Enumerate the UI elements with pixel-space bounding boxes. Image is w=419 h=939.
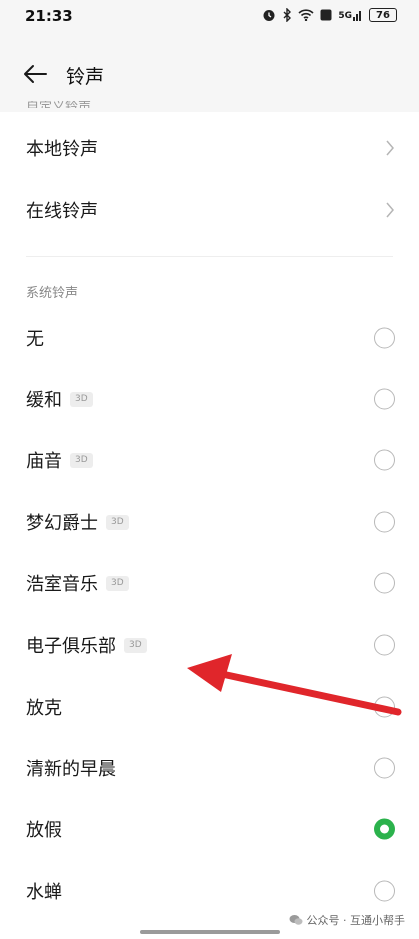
status-icons: 5G 76	[262, 8, 397, 22]
list-item-label: 在线铃声	[26, 201, 98, 222]
home-indicator[interactable]	[140, 930, 280, 934]
ringtone-label: 放假	[26, 820, 62, 841]
signal-5g-icon: 5G	[338, 9, 363, 21]
alarm-icon	[263, 10, 275, 21]
radio-button-selected[interactable]	[374, 818, 395, 840]
wifi-icon	[298, 9, 314, 21]
3d-badge: 3D	[70, 391, 93, 407]
ringtone-row[interactable]: 无	[0, 308, 419, 368]
3d-badge: 3D	[106, 514, 129, 530]
chevron-right-icon	[386, 140, 394, 156]
wechat-icon	[289, 915, 302, 925]
ringtone-row[interactable]: 浩室音乐 3D	[0, 553, 419, 613]
bluetooth-icon	[283, 8, 292, 22]
ringtone-label: 水蝉	[26, 882, 62, 903]
radio-button[interactable]	[374, 388, 395, 410]
ringtone-label: 梦幻爵士	[26, 513, 98, 534]
section-title-system-ringtones: 系统铃声	[26, 286, 79, 301]
3d-badge: 3D	[124, 637, 147, 653]
watermark-text: 公众号 · 互通小帮手	[306, 914, 406, 927]
list-item-online-ringtone[interactable]: 在线铃声	[0, 180, 419, 240]
ringtone-label: 浩室音乐	[26, 574, 98, 595]
watermark: 公众号 · 互通小帮手	[289, 912, 406, 928]
ringtone-label: 电子俱乐部	[26, 636, 116, 657]
back-arrow-icon[interactable]	[22, 64, 48, 84]
radio-button[interactable]	[374, 449, 395, 471]
3d-badge: 3D	[106, 575, 129, 591]
ringtone-label: 放克	[26, 698, 62, 719]
3d-badge: 3D	[70, 452, 93, 468]
radio-button[interactable]	[374, 880, 395, 902]
radio-button[interactable]	[374, 634, 395, 656]
ringtone-row[interactable]: 电子俱乐部 3D	[0, 615, 419, 675]
hd-icon	[320, 9, 332, 21]
scrolled-section-title: 自定义铃声	[26, 101, 91, 108]
radio-button[interactable]	[374, 696, 395, 718]
ringtone-row[interactable]: 放克	[0, 677, 419, 737]
list-item-label: 本地铃声	[26, 139, 98, 160]
ringtone-label: 庙音	[26, 451, 62, 472]
radio-button[interactable]	[374, 327, 395, 349]
chevron-right-icon	[386, 202, 394, 218]
divider	[26, 256, 393, 257]
radio-button[interactable]	[374, 757, 395, 779]
ringtone-row[interactable]: 梦幻爵士 3D	[0, 492, 419, 552]
battery-icon: 76	[369, 8, 397, 22]
ringtone-label: 清新的早晨	[26, 759, 116, 780]
ringtone-label: 无	[26, 329, 44, 350]
ringtone-row-selected[interactable]: 放假	[0, 799, 419, 859]
ringtone-row[interactable]: 缓和 3D	[0, 369, 419, 429]
ringtone-row[interactable]: 庙音 3D	[0, 430, 419, 490]
ringtone-row[interactable]: 清新的早晨	[0, 738, 419, 798]
ringtone-label: 缓和	[26, 390, 62, 411]
status-bar: 21:33 5G 76	[0, 0, 419, 34]
page-title: 铃声	[66, 66, 105, 88]
radio-button[interactable]	[374, 572, 395, 594]
list-item-local-ringtone[interactable]: 本地铃声	[0, 118, 419, 178]
status-time: 21:33	[25, 7, 73, 25]
radio-button[interactable]	[374, 511, 395, 533]
network-type: 5G	[338, 11, 352, 21]
